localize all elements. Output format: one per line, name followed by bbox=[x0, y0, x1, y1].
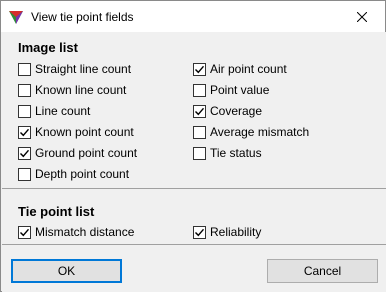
checkbox-label: Ground point count bbox=[35, 146, 138, 160]
checkbox-coverage[interactable]: Coverage bbox=[193, 103, 262, 119]
checkbox-box[interactable] bbox=[18, 62, 31, 76]
checkbox-label: Reliability bbox=[210, 225, 262, 239]
checkbox-label: Mismatch distance bbox=[35, 225, 135, 239]
checkbox-reliability[interactable]: Reliability bbox=[193, 224, 261, 240]
checkbox-box[interactable] bbox=[193, 83, 206, 97]
checkbox-line-count[interactable]: Line count bbox=[18, 103, 90, 119]
checkbox-average-mismatch[interactable]: Average mismatch bbox=[193, 124, 309, 140]
close-icon bbox=[357, 11, 367, 22]
ok-button[interactable]: OK bbox=[11, 259, 122, 283]
checkbox-box[interactable] bbox=[193, 62, 206, 76]
button-bar: OK Cancel bbox=[2, 245, 386, 292]
image-list-heading: Image list bbox=[18, 40, 78, 55]
checkbox-known-line-count[interactable]: Known line count bbox=[18, 82, 126, 98]
checkbox-tie-status[interactable]: Tie status bbox=[193, 145, 262, 161]
checkbox-label: Air point count bbox=[210, 62, 287, 76]
checkbox-label: Straight line count bbox=[35, 62, 132, 76]
checkbox-box[interactable] bbox=[18, 83, 31, 97]
checkbox-box[interactable] bbox=[193, 146, 206, 160]
image-list-section: Image list Straight line count Known lin… bbox=[2, 32, 386, 188]
checkbox-label: Coverage bbox=[210, 104, 263, 118]
checkbox-box[interactable] bbox=[18, 167, 31, 181]
checkbox-air-point-count[interactable]: Air point count bbox=[193, 61, 287, 77]
cancel-button[interactable]: Cancel bbox=[267, 259, 378, 283]
tie-point-list-heading: Tie point list bbox=[18, 204, 95, 219]
title-bar: View tie point fields bbox=[1, 1, 385, 32]
checkbox-label: Known point count bbox=[35, 125, 134, 139]
checkbox-box[interactable] bbox=[193, 225, 206, 239]
checkbox-depth-point-count[interactable]: Depth point count bbox=[18, 166, 129, 182]
close-button[interactable] bbox=[339, 1, 385, 32]
checkbox-mismatch-distance[interactable]: Mismatch distance bbox=[18, 224, 134, 240]
checkbox-point-value[interactable]: Point value bbox=[193, 82, 269, 98]
tie-point-list-section: Tie point list Mismatch distance Reliabi… bbox=[2, 189, 386, 244]
checkbox-box[interactable] bbox=[18, 225, 31, 239]
checkbox-label: Depth point count bbox=[35, 167, 130, 181]
checkbox-known-point-count[interactable]: Known point count bbox=[18, 124, 134, 140]
checkbox-box[interactable] bbox=[193, 104, 206, 118]
app-logo-icon bbox=[9, 11, 23, 24]
window-title: View tie point fields bbox=[31, 10, 134, 24]
checkbox-straight-line-count[interactable]: Straight line count bbox=[18, 61, 131, 77]
checkbox-box[interactable] bbox=[193, 125, 206, 139]
checkbox-label: Known line count bbox=[35, 83, 127, 97]
dialog-window: View tie point fields Image list Straigh… bbox=[0, 0, 386, 292]
checkbox-box[interactable] bbox=[18, 125, 31, 139]
checkbox-ground-point-count[interactable]: Ground point count bbox=[18, 145, 137, 161]
checkbox-box[interactable] bbox=[18, 104, 31, 118]
checkbox-box[interactable] bbox=[18, 146, 31, 160]
checkbox-label: Line count bbox=[35, 104, 91, 118]
checkbox-label: Point value bbox=[210, 83, 270, 97]
checkbox-label: Average mismatch bbox=[210, 125, 310, 139]
checkbox-label: Tie status bbox=[210, 146, 262, 160]
